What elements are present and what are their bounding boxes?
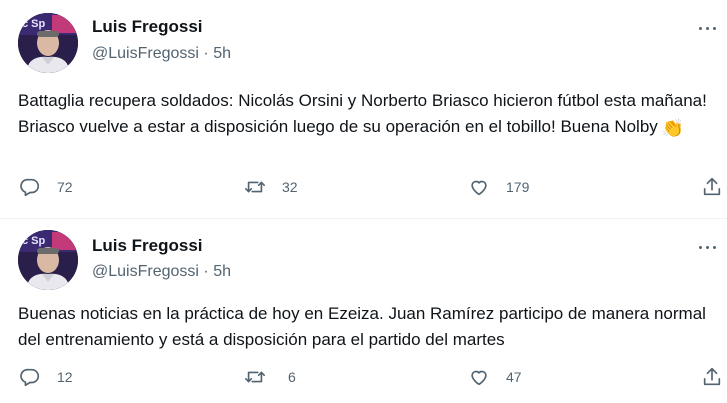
tweet[interactable]: c Sp Luis Fregossi @LuisFregossi · 5h Bu… [0, 219, 727, 403]
reply-button[interactable]: 72 [19, 175, 73, 199]
retweet-button[interactable]: 6 [244, 365, 296, 389]
svg-text:c Sp: c Sp [22, 18, 46, 30]
svg-text:c Sp: c Sp [22, 235, 46, 247]
retweet-icon [245, 181, 265, 193]
avatar[interactable]: c Sp [18, 230, 78, 290]
like-button[interactable]: 179 [468, 175, 529, 199]
avatar-image: c Sp [18, 13, 78, 73]
handle-line: @LuisFregossi · 5h [92, 45, 231, 63]
tweet[interactable]: c Sp Luis Fregossi @LuisFregossi · 5h Ba… [0, 0, 727, 219]
like-icon [471, 180, 487, 196]
share-button[interactable] [701, 365, 723, 389]
separator: · [203, 263, 209, 280]
reply-count: 72 [57, 179, 73, 195]
reply-icon [20, 368, 40, 387]
separator: · [203, 45, 209, 62]
action-bar: 12 6 47 [0, 365, 727, 389]
reply-icon [20, 178, 40, 197]
author-name[interactable]: Luis Fregossi [92, 236, 203, 256]
share-icon [703, 367, 721, 386]
retweet-count: 6 [288, 369, 296, 385]
tweet-text-body: Battaglia recupera soldados: Nicolás Ors… [18, 91, 707, 136]
like-button[interactable]: 47 [468, 365, 522, 389]
like-count: 47 [506, 369, 522, 385]
share-button[interactable] [701, 175, 723, 199]
avatar-image: c Sp [18, 230, 78, 290]
retweet-icon [245, 371, 265, 383]
avatar[interactable]: c Sp [18, 13, 78, 73]
share-icon [703, 177, 721, 196]
tweet-text: Battaglia recupera soldados: Nicolás Ors… [18, 88, 717, 141]
retweet-count: 32 [282, 179, 298, 195]
like-icon [471, 370, 487, 386]
more-icon[interactable] [693, 239, 721, 255]
timestamp[interactable]: 5h [213, 263, 231, 280]
retweet-button[interactable]: 32 [244, 175, 298, 199]
author-name[interactable]: Luis Fregossi [92, 17, 203, 37]
author-handle[interactable]: @LuisFregossi [92, 45, 199, 62]
handle-line: @LuisFregossi · 5h [92, 263, 231, 281]
tweet-text: Buenas noticias en la práctica de hoy en… [18, 304, 706, 349]
more-icon[interactable] [693, 20, 721, 36]
reply-count: 12 [57, 369, 73, 385]
reply-button[interactable]: 12 [19, 365, 73, 389]
clapping-hands-emoji: 👏 [661, 118, 685, 138]
timestamp[interactable]: 5h [213, 45, 231, 62]
author-handle[interactable]: @LuisFregossi [92, 263, 199, 280]
action-bar: 72 32 179 [0, 175, 727, 199]
like-count: 179 [506, 179, 530, 195]
